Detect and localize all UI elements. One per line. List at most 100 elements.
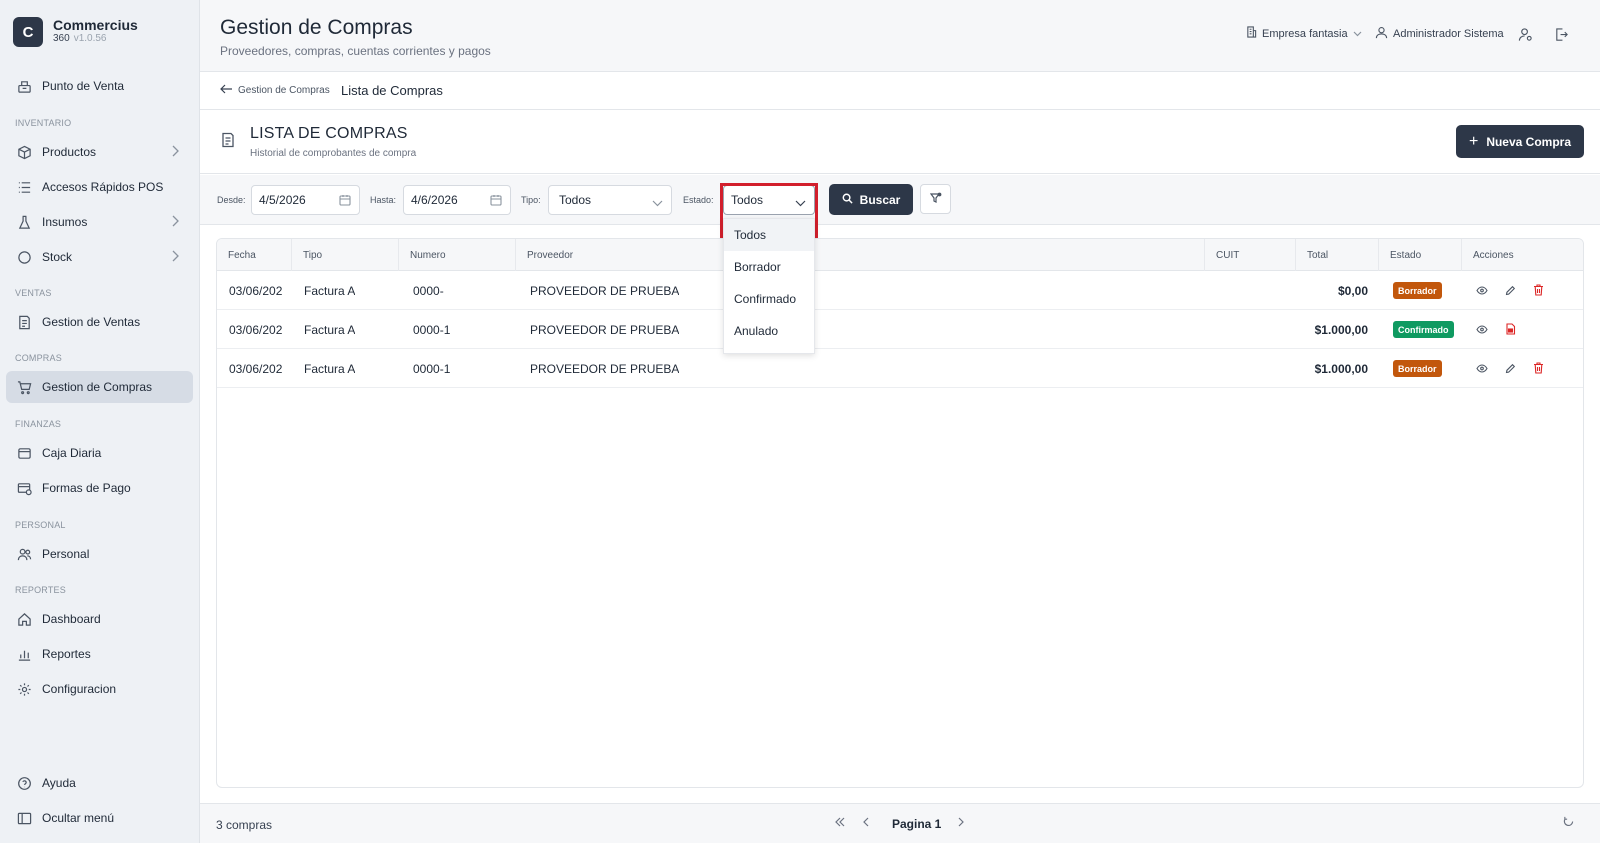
sidebar-item-label: Punto de Venta (42, 79, 125, 93)
clear-filters-button[interactable] (920, 184, 951, 214)
column-header-tipo[interactable]: Tipo (292, 239, 399, 271)
hasta-date-input[interactable]: 4/6/2026 (403, 185, 511, 215)
user-menu[interactable]: Administrador Sistema (1375, 26, 1504, 42)
nav-section-compras: COMPRAS (15, 353, 62, 363)
help-icon (16, 775, 32, 791)
sidebar-item-label: Ayuda (42, 776, 76, 790)
breadcrumb: Gestion de Compras Lista de Compras (200, 72, 1600, 110)
search-icon (842, 193, 853, 207)
sidebar-item-productos[interactable]: Productos (6, 136, 193, 168)
breadcrumb-back-link[interactable]: Gestion de Compras (220, 84, 330, 97)
delete-icon[interactable] (1531, 361, 1545, 375)
cell-total: $1.000,00 (1314, 322, 1368, 337)
pdf-icon[interactable] (1503, 322, 1517, 336)
estado-option-todos[interactable]: Todos (724, 219, 814, 251)
estado-option-anulado[interactable]: Anulado (724, 315, 814, 347)
sidebar-item-label: Gestion de Compras (42, 380, 153, 394)
sidebar-item-reportes[interactable]: Reportes (6, 638, 193, 670)
tipo-label: Tipo: (521, 195, 541, 205)
estado-dropdown-menu: Todos Borrador Confirmado Anulado (723, 218, 815, 354)
sidebar-item-personal[interactable]: Personal (6, 538, 193, 570)
cell-proveedor: PROVEEDOR DE PRUEBA (530, 322, 680, 337)
edit-icon[interactable] (1503, 361, 1517, 375)
first-page-icon[interactable] (835, 816, 845, 830)
sidebar-item-ocultar-menu[interactable]: Ocultar menú (6, 802, 193, 834)
estado-option-borrador[interactable]: Borrador (724, 251, 814, 283)
sidebar-item-caja-diaria[interactable]: Caja Diaria (6, 437, 193, 469)
nav-section-ventas: VENTAS (15, 288, 52, 298)
sidebar-item-configuracion[interactable]: Configuracion (6, 673, 193, 705)
sidebar-item-label: Dashboard (42, 612, 101, 626)
chart-icon (16, 646, 32, 662)
cell-numero: 0000-1 (413, 322, 451, 337)
sidebar-item-label: Caja Diaria (42, 446, 102, 460)
table-row[interactable]: 03/06/202 Factura A 0000-1 PROVEEDOR DE … (217, 349, 1583, 388)
view-icon[interactable] (1475, 361, 1489, 375)
prev-page-icon[interactable] (863, 816, 869, 830)
table-row[interactable]: 03/06/202 Factura A 0000-1 PROVEEDOR DE … (217, 310, 1583, 349)
sidebar-item-dashboard[interactable]: Dashboard (6, 603, 193, 635)
estado-option-confirmado[interactable]: Confirmado (724, 283, 814, 315)
column-header-cuit[interactable]: CUIT (1205, 239, 1296, 271)
sidebar-item-ayuda[interactable]: Ayuda (6, 767, 193, 799)
sidebar-item-insumos[interactable]: Insumos (6, 206, 193, 238)
brand-version: v1.0.56 (73, 33, 107, 44)
sidebar-item-accesos-rapidos[interactable]: Accesos Rápidos POS (6, 171, 193, 203)
sidebar: C Commercius 360 v1.0.56 Punto de Venta I… (0, 0, 200, 843)
sidebar-item-gestion-compras[interactable]: Gestion de Compras (6, 371, 193, 403)
desde-date-input[interactable]: 4/5/2026 (251, 185, 360, 215)
cell-proveedor: PROVEEDOR DE PRUEBA (530, 283, 680, 298)
company-name: Empresa fantasia (1262, 27, 1348, 40)
column-header-estado[interactable]: Estado (1379, 239, 1462, 271)
column-header-fecha[interactable]: Fecha (217, 239, 292, 271)
refresh-icon[interactable] (1563, 816, 1574, 830)
estado-select[interactable]: Todos (723, 185, 815, 215)
document-list-icon (221, 132, 235, 151)
column-header-total[interactable]: Total (1296, 239, 1379, 271)
nav-section-inventario: INVENTARIO (15, 118, 72, 128)
sidebar-item-punto-de-venta[interactable]: Punto de Venta (6, 70, 193, 102)
page-title: LISTA DE COMPRAS (250, 125, 408, 142)
logout-button[interactable] (1554, 27, 1569, 45)
page-subtitle: Historial de comprobantes de compra (250, 148, 417, 159)
current-page: Pagina 1 (892, 817, 942, 831)
next-page-icon[interactable] (958, 816, 964, 830)
chevron-right-icon (171, 215, 179, 230)
estado-label: Estado: (683, 195, 714, 205)
users-icon (16, 546, 32, 562)
nav-section-personal: PERSONAL (15, 520, 66, 530)
new-purchase-button[interactable]: + Nueva Compra (1456, 125, 1584, 158)
hasta-label: Hasta: (370, 195, 397, 205)
company-selector[interactable]: Empresa fantasia (1246, 26, 1362, 41)
sidebar-item-label: Formas de Pago (42, 481, 131, 495)
table-row[interactable]: 03/06/202 Factura A 0000- PROVEEDOR DE P… (217, 271, 1583, 310)
view-icon[interactable] (1475, 322, 1489, 336)
arrow-left-icon (220, 84, 233, 97)
table-footer: 3 compras Pagina 1 (200, 803, 1600, 843)
cell-numero: 0000-1 (413, 361, 451, 376)
sidebar-item-formas-de-pago[interactable]: Formas de Pago (6, 472, 193, 504)
header-title: Gestion de Compras (220, 16, 413, 39)
view-icon[interactable] (1475, 283, 1489, 297)
sidebar-toggle-icon (16, 810, 32, 826)
tipo-select[interactable]: Todos (548, 185, 672, 215)
breadcrumb-back-label: Gestion de Compras (238, 85, 330, 96)
hasta-value: 4/6/2026 (411, 193, 458, 207)
column-header-numero[interactable]: Numero (399, 239, 516, 271)
flask-icon (16, 214, 32, 230)
brand: C Commercius 360 v1.0.56 (13, 17, 138, 47)
search-label: Buscar (859, 192, 901, 207)
sidebar-item-stock[interactable]: Stock (6, 241, 193, 273)
sidebar-item-gestion-ventas[interactable]: Gestion de Ventas (6, 306, 193, 338)
column-header-proveedor[interactable]: Proveedor (516, 239, 1205, 271)
delete-icon[interactable] (1531, 283, 1545, 297)
chevron-down-icon (795, 196, 806, 210)
user-settings-button[interactable] (1518, 27, 1533, 45)
receipt-icon (16, 314, 32, 330)
edit-icon[interactable] (1503, 283, 1517, 297)
record-count: 3 compras (216, 818, 273, 832)
chevron-right-icon (171, 250, 179, 265)
purchases-table: Fecha Tipo Numero Proveedor CUIT Total E… (216, 238, 1584, 788)
search-button[interactable]: Buscar (829, 184, 913, 215)
sidebar-item-label: Productos (42, 145, 97, 159)
